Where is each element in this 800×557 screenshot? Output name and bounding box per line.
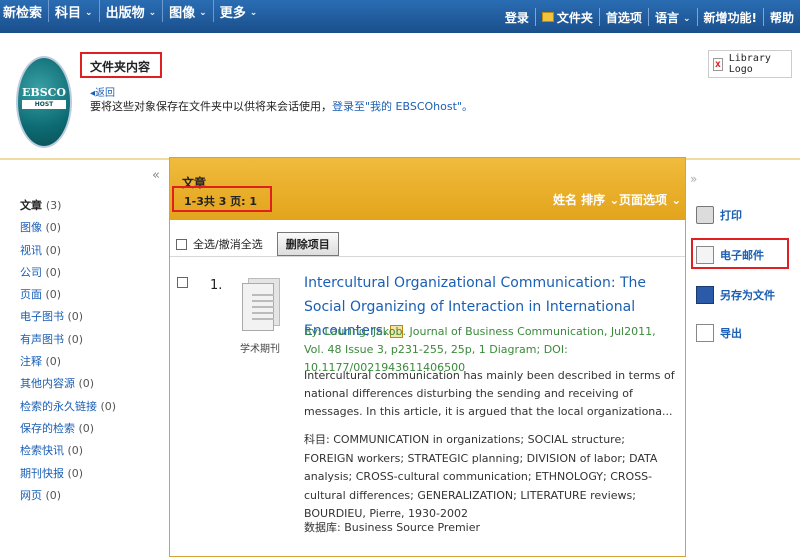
facet-videos[interactable]: 视讯 (0) [20, 242, 116, 264]
chevron-down-icon: ⌄ [199, 7, 207, 18]
collapse-left-icon[interactable]: « [152, 168, 160, 183]
facet-saved-searches[interactable]: 保存的检索 (0) [20, 420, 116, 442]
ebsco-logo[interactable]: EBSCO HOST [16, 56, 72, 148]
top-nav-left: 新检索 科目 ⌄ 出版物 ⌄ 图像 ⌄ 更多 ⌄ [0, 0, 263, 22]
results-header: 文章 1-3共 3 页: 1 姓名 排序 ⌄ 页面选项 ⌄ [170, 158, 685, 220]
nav-new-search[interactable]: 新检索 [0, 0, 50, 22]
printer-icon [696, 206, 714, 224]
journal-line [252, 318, 274, 320]
facet-ebooks[interactable]: 电子图书 (0) [20, 308, 116, 330]
facet-other-sources[interactable]: 其他内容源 (0) [20, 375, 116, 397]
export-tool[interactable]: 导出 [696, 324, 742, 342]
journal-line [252, 306, 274, 308]
journal-line [252, 294, 274, 296]
top-nav-bar: 新检索 科目 ⌄ 出版物 ⌄ 图像 ⌄ 更多 ⌄ 登录 文件夹 首选项 语言 ⌄ 新增功能… [0, 0, 800, 33]
facet-journal-alerts[interactable]: 期刊快报 (0) [20, 465, 116, 487]
facet-web-pages[interactable]: 网页 (0) [20, 487, 116, 509]
nav-subjects[interactable]: 科目 ⌄ [49, 0, 100, 22]
nav-preferences[interactable]: 首选项 [598, 8, 648, 26]
result-number: 1. [210, 278, 223, 293]
save-as-file-tool[interactable]: 另存为文件 [696, 286, 775, 304]
chevron-down-icon: ⌄ [609, 193, 620, 207]
instruction-text: 要将这些对象保存在文件夹中以供将来会话使用，登录至"我的 EBSCOhost"。 [90, 100, 473, 113]
toolbar-divider [170, 256, 685, 257]
delete-items-button[interactable]: 删除项目 [276, 232, 339, 256]
email-icon [696, 246, 714, 264]
page-title: 文件夹内容 [80, 52, 162, 78]
page-options-dropdown[interactable]: 页面选项 ⌄ [619, 191, 681, 208]
nav-sign-in[interactable]: 登录 [499, 8, 535, 26]
chevron-down-icon: ⌄ [671, 193, 682, 207]
facet-audiobooks[interactable]: 有声图书 (0) [20, 331, 116, 353]
chevron-down-icon: ⌄ [682, 13, 691, 24]
result-subjects: 科目: COMMUNICATION in organizations; SOCI… [304, 433, 658, 521]
nav-language[interactable]: 语言 ⌄ [647, 8, 697, 26]
facet-search-alerts[interactable]: 检索快讯 (0) [20, 442, 116, 464]
result-database: 数据库: Business Source Premier [304, 521, 481, 534]
facet-search-permalinks[interactable]: 检索的永久链接 (0) [20, 398, 116, 420]
email-tool[interactable]: 电子邮件 [696, 246, 764, 264]
print-tool[interactable]: 打印 [696, 206, 742, 224]
facet-notes[interactable]: 注释 (0) [20, 353, 116, 375]
select-all-checkbox[interactable] [176, 238, 187, 250]
facet-images[interactable]: 图像 (0) [20, 219, 116, 241]
nav-more[interactable]: 更多 ⌄ [214, 0, 264, 22]
facet-pages[interactable]: 页面 (0) [20, 286, 116, 308]
folder-icon [541, 12, 554, 22]
library-logo: x Library Logo [708, 50, 792, 78]
facet-companies[interactable]: 公司 (0) [20, 264, 116, 286]
chevron-down-icon: ⌄ [148, 7, 157, 18]
login-my-ebscohost-link[interactable]: 登录至"我的 EBSCOhost"。 [332, 100, 473, 113]
academic-journal-icon [238, 278, 282, 336]
chevron-down-icon: ⌄ [249, 7, 258, 18]
results-toolbar: 全选/撤消全选 删除项目 [176, 232, 339, 256]
select-all-label[interactable]: 全选/撤消全选 [193, 236, 263, 252]
journal-line [252, 300, 274, 302]
journal-line [252, 312, 274, 314]
save-file-icon [696, 286, 714, 304]
broken-image-icon: x [713, 57, 723, 71]
nav-publications[interactable]: 出版物 ⌄ [100, 0, 164, 22]
results-range: 1-3共 3 页: 1 [172, 186, 272, 212]
export-icon [696, 324, 714, 342]
collapse-right-icon[interactable]: » [690, 172, 697, 186]
nav-help[interactable]: 帮助 [762, 8, 800, 26]
back-link[interactable]: ◂返回 [90, 84, 115, 99]
result-abstract: Intercultural communication has mainly b… [304, 369, 675, 418]
logo-subtext: HOST [22, 100, 66, 109]
facet-articles[interactable]: 文章 (3) [20, 197, 116, 219]
sort-by-name-dropdown[interactable]: 姓名 排序 ⌄ [553, 191, 619, 208]
nav-images[interactable]: 图像 ⌄ [163, 0, 214, 22]
folder-results-panel: 文章 1-3共 3 页: 1 姓名 排序 ⌄ 页面选项 ⌄ 全选/撤消全选 删除… [169, 157, 686, 557]
chevron-down-icon: ⌄ [85, 7, 93, 18]
result-checkbox[interactable] [177, 277, 188, 288]
logo-text: EBSCO [22, 86, 66, 99]
journal-page-front [242, 283, 274, 331]
content-type-facets: 文章 (3) 图像 (0) 视讯 (0) 公司 (0) 页面 (0) 电子图书 … [20, 197, 116, 509]
nav-whats-new[interactable]: 新增功能! [696, 8, 763, 26]
top-nav-right: 登录 文件夹 首选项 语言 ⌄ 新增功能! 帮助 [499, 6, 800, 28]
publication-type-label: 学术期刊 [240, 344, 280, 355]
nav-folder[interactable]: 文件夹 [534, 8, 599, 26]
